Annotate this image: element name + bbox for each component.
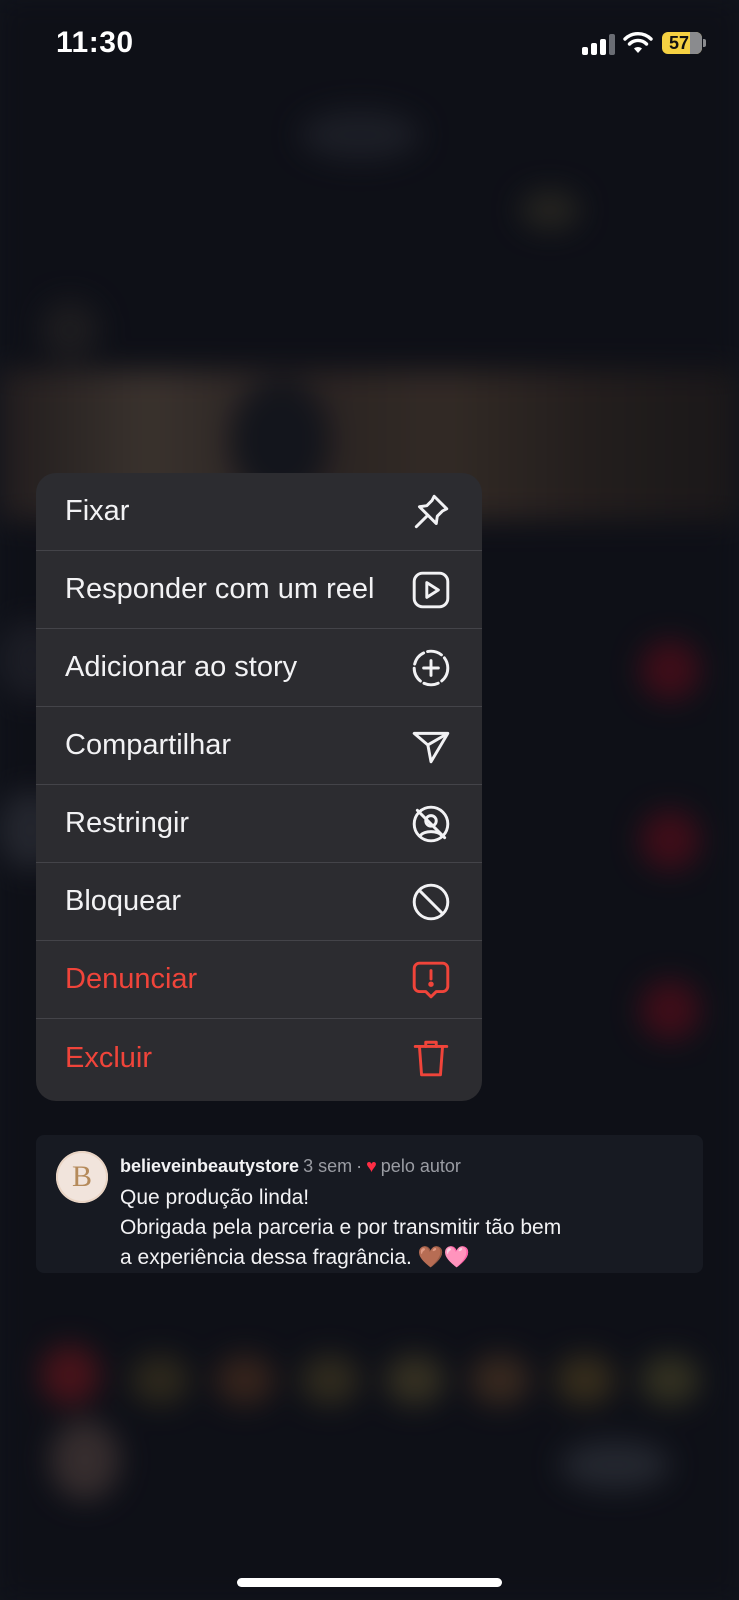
menu-item-report[interactable]: Denunciar — [36, 941, 482, 1019]
comment-time: 3 sem — [303, 1156, 353, 1176]
restrict-icon — [410, 803, 452, 845]
trash-icon — [410, 1037, 452, 1079]
menu-item-label: Excluir — [65, 1041, 153, 1074]
menu-item-label: Restringir — [65, 807, 190, 839]
avatar[interactable]: B — [56, 1151, 108, 1203]
battery-level: 57 — [668, 32, 690, 53]
menu-item-reply-reel[interactable]: Responder com um reel — [36, 551, 482, 629]
share-send-icon — [410, 725, 452, 767]
comment-card[interactable]: B believeinbeautystore 3 sem · ♥ pelo au… — [36, 1135, 703, 1273]
separator: · — [356, 1156, 363, 1176]
block-icon — [410, 881, 452, 923]
menu-item-add-story[interactable]: Adicionar ao story — [36, 629, 482, 707]
liked-by-author: pelo autor — [380, 1156, 461, 1176]
reel-reply-icon — [410, 569, 452, 611]
menu-item-label: Bloquear — [65, 885, 182, 917]
comment-line: Que produção linda! — [120, 1186, 310, 1209]
home-indicator[interactable] — [237, 1578, 502, 1587]
menu-item-label: Compartilhar — [65, 729, 231, 761]
battery-icon: 57 — [662, 32, 706, 54]
menu-item-restrict[interactable]: Restringir — [36, 785, 482, 863]
report-icon — [410, 959, 452, 1001]
menu-item-label: Responder com um reel — [65, 573, 375, 605]
comment-header: believeinbeautystore 3 sem · ♥ pelo auto… — [120, 1156, 461, 1177]
comment-context-menu: Fixar Responder com um reel Adicionar ao… — [36, 473, 482, 1101]
add-story-icon — [410, 647, 452, 689]
menu-item-label: Fixar — [65, 495, 130, 527]
menu-item-block[interactable]: Bloquear — [36, 863, 482, 941]
comment-text: Que produção linda! Obrigada pela parcer… — [120, 1183, 680, 1273]
menu-item-label: Adicionar ao story — [65, 651, 298, 683]
comment-line: a experiência dessa fragrância. 🤎🩷 — [120, 1246, 470, 1269]
status-time: 11:30 — [56, 26, 134, 59]
menu-item-label: Denunciar — [65, 963, 198, 995]
cellular-signal-icon — [582, 33, 615, 55]
pin-icon — [410, 491, 452, 533]
comment-username[interactable]: believeinbeautystore — [120, 1156, 299, 1177]
wifi-icon — [623, 32, 653, 53]
menu-item-share[interactable]: Compartilhar — [36, 707, 482, 785]
heart-icon: ♥ — [366, 1156, 377, 1176]
menu-item-pin[interactable]: Fixar — [36, 473, 482, 551]
comment-line: Obrigada pela parceria e por transmitir … — [120, 1216, 562, 1239]
status-bar: 11:30 57 — [0, 0, 739, 90]
menu-item-delete[interactable]: Excluir — [36, 1019, 482, 1097]
